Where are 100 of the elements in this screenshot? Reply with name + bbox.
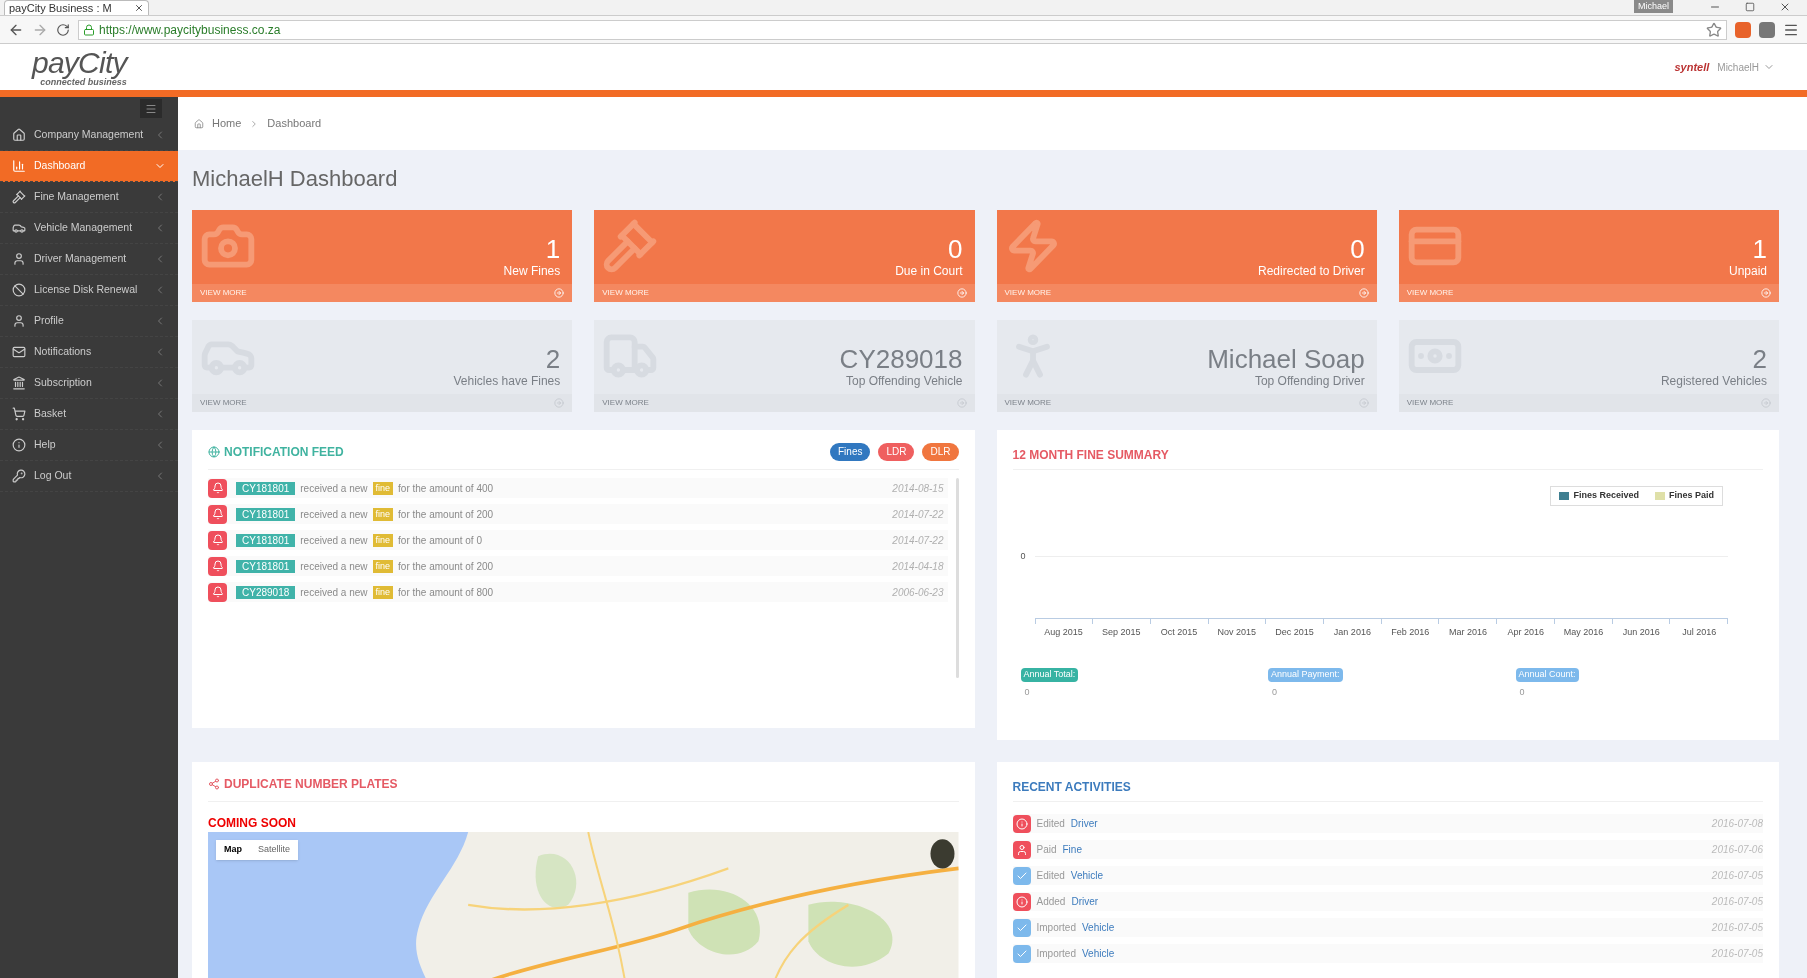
address-bar[interactable]: https://www.paycitybusiness.co.za (78, 19, 1727, 40)
view-more-link[interactable]: VIEW MORE (1398, 394, 1779, 412)
close-icon[interactable] (134, 3, 144, 13)
close-icon[interactable] (1779, 1, 1791, 13)
plate-tag[interactable]: CY289018 (236, 585, 296, 599)
notification-date: 2014-08-15 (892, 481, 945, 496)
plate-tag[interactable]: CY181801 (236, 507, 296, 521)
plate-tag[interactable]: CY181801 (236, 481, 296, 495)
gavel-icon (602, 218, 659, 274)
scrollbar[interactable] (955, 478, 959, 678)
map-type-button[interactable]: Map (216, 840, 250, 860)
envelope-icon (12, 345, 26, 359)
extension-icon[interactable] (1759, 21, 1775, 38)
activity-link[interactable]: Driver (1070, 816, 1098, 831)
activity-link[interactable]: Vehicle (1081, 946, 1115, 961)
restore-icon[interactable] (1745, 2, 1755, 12)
stat-value: 2 (1752, 346, 1767, 372)
notification-text: received a new (300, 481, 368, 496)
month-label: Jul 2016 (1681, 626, 1718, 639)
key-icon (12, 469, 26, 483)
view-more-link[interactable]: VIEW MORE (996, 284, 1377, 302)
month-label: Apr 2016 (1506, 626, 1546, 639)
legend-label: Fines Received (1573, 489, 1639, 503)
month-label: Mar 2016 (1447, 626, 1488, 639)
view-more-link[interactable]: VIEW MORE (996, 394, 1377, 412)
extension-icon[interactable] (1735, 21, 1751, 38)
profile-badge[interactable]: Michael (1634, 0, 1673, 13)
total-value: 0 (1023, 685, 1030, 699)
stat-label: Redirected to Driver (1258, 263, 1365, 280)
panel-title: NOTIFICATION FEED (224, 443, 344, 461)
cart-icon (12, 407, 26, 421)
activity-verb: Added (1036, 895, 1066, 909)
stat-label: Due in Court (895, 263, 963, 280)
filter-button[interactable]: DLR (922, 442, 959, 461)
stat-value: Michael Soap (1207, 346, 1365, 372)
view-more-link[interactable]: VIEW MORE (192, 394, 573, 412)
sidebar-item[interactable]: Fine Management (0, 182, 178, 213)
gavel-icon (12, 190, 26, 204)
prohibited-icon (12, 283, 26, 297)
map-type-button[interactable]: Satellite (250, 840, 299, 860)
sidebar-item[interactable]: Subscription (0, 368, 178, 399)
view-more-link[interactable]: VIEW MORE (594, 394, 975, 412)
sidebar-item[interactable]: Profile (0, 306, 178, 337)
stat-label: Vehicles have Fines (453, 373, 561, 390)
menu-icon (145, 102, 157, 115)
plate-tag[interactable]: CY181801 (236, 559, 296, 573)
sidebar-item[interactable]: License Disk Renewal (0, 275, 178, 306)
panel-title: DUPLICATE NUMBER PLATES (224, 775, 398, 793)
month-label: Aug 2015 (1043, 626, 1084, 639)
month-label: Sep 2015 (1100, 626, 1142, 639)
month-label: Oct 2015 (1159, 626, 1199, 639)
total-label: Annual Payment: (1268, 668, 1343, 682)
view-more-link[interactable]: VIEW MORE (192, 284, 573, 302)
notification-text: for the amount of 0 (398, 533, 482, 548)
filter-button[interactable]: Fines (830, 442, 871, 461)
activity-verb: Imported (1036, 947, 1076, 961)
map[interactable]: Map Satellite (208, 832, 959, 978)
sidebar-item[interactable]: Basket (0, 399, 178, 430)
month-label: Feb 2016 (1390, 626, 1431, 639)
browser-tab[interactable]: payCity Business : M (4, 0, 149, 15)
stat-value: CY289018 (839, 346, 963, 372)
view-more-link[interactable]: VIEW MORE (594, 284, 975, 302)
notification-text: for the amount of 400 (398, 481, 494, 496)
panel-title: 12 MONTH FINE SUMMARY (1012, 448, 1169, 462)
user-icon (12, 252, 26, 266)
activity-verb: Edited (1036, 869, 1065, 883)
filter-button[interactable]: LDR (878, 442, 915, 461)
view-more-link[interactable]: VIEW MORE (1398, 284, 1779, 302)
logo-tagline: connected business (40, 77, 127, 87)
notification-text: for the amount of 200 (398, 507, 494, 522)
bookmark-icon[interactable] (1706, 21, 1722, 38)
sidebar-item[interactable]: Help (0, 430, 178, 461)
activity-date: 2016-07-08 (1711, 817, 1763, 831)
bank-icon (12, 376, 26, 390)
globe-icon (208, 445, 220, 458)
notification-text: for the amount of 800 (398, 585, 494, 600)
stat-label: Top Offending Vehicle (845, 373, 963, 390)
user-menu[interactable]: MichaelH (1717, 59, 1775, 75)
plate-tag[interactable]: CY181801 (236, 533, 296, 547)
sidebar-item[interactable]: Log Out (0, 461, 178, 492)
fine-tag: fine (372, 507, 394, 521)
sidebar-item[interactable]: Vehicle Management (0, 213, 178, 244)
notification-text: received a new (300, 559, 368, 574)
activity-verb: Edited (1036, 817, 1065, 831)
activity-link[interactable]: Driver (1071, 894, 1099, 909)
breadcrumb-link[interactable]: Home (212, 115, 242, 132)
month-label: Jun 2016 (1621, 626, 1661, 639)
activity-link[interactable]: Vehicle (1070, 868, 1104, 883)
reload-icon[interactable] (56, 22, 70, 37)
activity-verb: Paid (1036, 843, 1057, 857)
sidebar-item[interactable]: Dashboard (0, 151, 178, 182)
fine-tag: fine (372, 533, 394, 547)
car-icon (12, 221, 26, 235)
activity-link[interactable]: Vehicle (1081, 920, 1115, 935)
activity-link[interactable]: Fine (1062, 842, 1082, 857)
home-icon (194, 118, 204, 129)
sidebar-item[interactable]: Driver Management (0, 244, 178, 275)
sidebar-item[interactable]: Notifications (0, 337, 178, 368)
logo: payCity (32, 47, 127, 78)
menu-toggle-button[interactable] (140, 99, 162, 118)
